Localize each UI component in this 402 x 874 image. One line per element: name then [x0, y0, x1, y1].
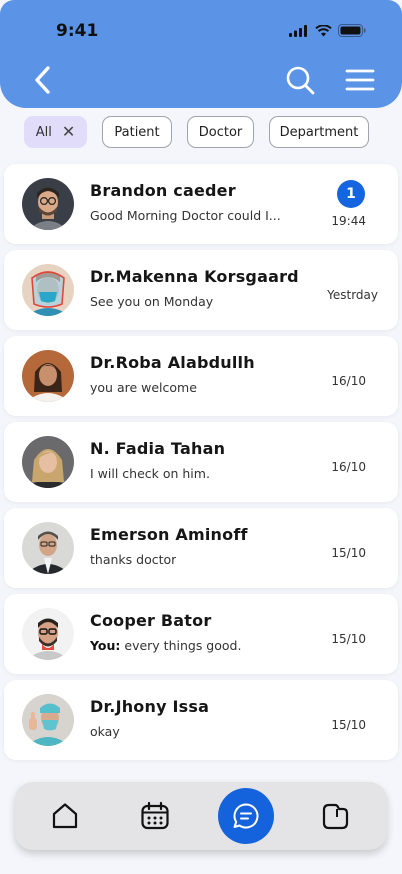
folder-icon [322, 803, 349, 830]
nav-calendar[interactable] [127, 782, 183, 850]
filter-chip-all[interactable]: All ✕ [24, 116, 87, 148]
conversation-row[interactable]: Brandon caeder Good Morning Doctor could… [4, 164, 398, 244]
filter-chip-patient[interactable]: Patient [102, 116, 172, 148]
nav-chat[interactable] [218, 788, 274, 844]
back-button[interactable] [30, 64, 58, 96]
message-preview: See you on Monday [90, 294, 214, 309]
search-button[interactable] [284, 64, 316, 96]
calendar-icon [141, 801, 169, 830]
avatar [22, 694, 74, 746]
nav-home[interactable] [37, 782, 93, 850]
message-time: 19:44 [331, 214, 366, 228]
unread-badge: 1 [337, 180, 365, 208]
message-preview: okay [90, 724, 120, 739]
conversation-row[interactable]: N. Fadia Tahan I will check on him. 16/1… [4, 422, 398, 502]
message-preview: you are welcome [90, 380, 197, 395]
contact-name: N. Fadia Tahan [90, 439, 226, 458]
nav-files[interactable] [307, 782, 363, 850]
message-time: 15/10 [331, 546, 366, 560]
home-icon [52, 803, 78, 829]
avatar [22, 522, 74, 574]
conversation-row[interactable]: Dr.Jhony Issa okay 15/10 [4, 680, 398, 760]
message-preview: Good Morning Doctor could I... [90, 208, 281, 223]
signal-icon [289, 24, 307, 37]
filter-chips: All ✕ Patient Doctor Department [24, 116, 369, 148]
status-time: 9:41 [56, 21, 99, 41]
message-time: 15/10 [331, 632, 366, 646]
battery-icon [338, 24, 366, 37]
contact-name: Cooper Bator [90, 611, 212, 630]
conversation-list: Brandon caeder Good Morning Doctor could… [4, 164, 398, 766]
chat-icon [233, 803, 259, 829]
avatar [22, 264, 74, 316]
conversation-row[interactable]: Dr.Makenna Korsgaard See you on Monday Y… [4, 250, 398, 330]
conversation-row[interactable]: Cooper Bator You: every things good. 15/… [4, 594, 398, 674]
contact-name: Brandon caeder [90, 181, 236, 200]
conversation-row[interactable]: Dr.Roba Alabdullh you are welcome 16/10 [4, 336, 398, 416]
app-header: 9:41 [0, 0, 402, 108]
avatar [22, 436, 74, 488]
avatar [22, 178, 74, 230]
message-text: every things good. [124, 638, 242, 653]
close-icon[interactable]: ✕ [62, 124, 75, 140]
contact-name: Dr.Roba Alabdullh [90, 353, 255, 372]
menu-button[interactable] [344, 64, 376, 96]
message-preview: I will check on him. [90, 466, 210, 481]
filter-chip-department[interactable]: Department [269, 116, 369, 148]
contact-name: Dr.Makenna Korsgaard [90, 267, 299, 286]
filter-chip-label: All [35, 124, 52, 140]
search-icon [286, 66, 315, 95]
conversation-row[interactable]: Emerson Aminoff thanks doctor 15/10 [4, 508, 398, 588]
bottom-navigation [15, 782, 387, 850]
filter-chip-label: Doctor [198, 124, 243, 140]
message-time: 16/10 [331, 460, 366, 474]
filter-chip-label: Patient [114, 124, 160, 140]
message-time: 15/10 [331, 718, 366, 732]
avatar [22, 608, 74, 660]
filter-chip-label: Department [279, 124, 359, 140]
chevron-left-icon [35, 66, 50, 94]
hamburger-menu-icon [345, 69, 375, 91]
message-time: Yestrday [327, 288, 378, 302]
status-icons [289, 24, 366, 37]
message-sender: You: [90, 638, 121, 653]
avatar [22, 350, 74, 402]
message-time: 16/10 [331, 374, 366, 388]
filter-chip-doctor[interactable]: Doctor [187, 116, 254, 148]
contact-name: Emerson Aminoff [90, 525, 248, 544]
contact-name: Dr.Jhony Issa [90, 697, 210, 716]
wifi-icon [315, 24, 332, 36]
message-preview: thanks doctor [90, 552, 177, 567]
message-preview: You: every things good. [90, 638, 241, 653]
